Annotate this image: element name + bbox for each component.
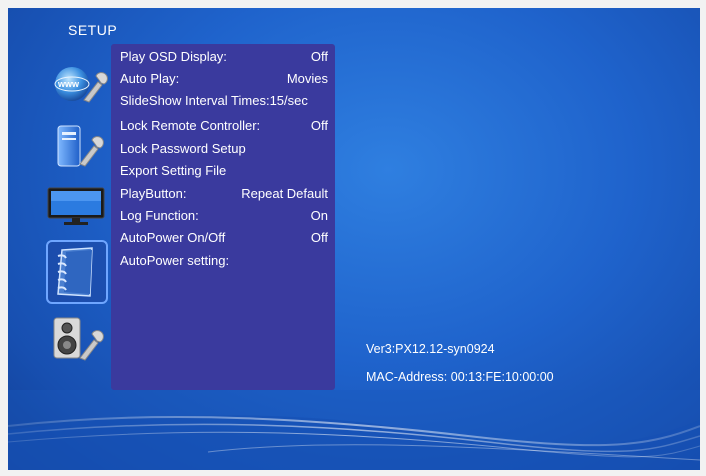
menu-item-value: Off [310, 49, 328, 64]
menu-item-value: Repeat Default [241, 186, 328, 201]
menu-item-export-setting-file[interactable]: Export Setting File [120, 161, 328, 181]
menu-item-label: Export Setting File [120, 163, 227, 178]
network-settings-icon[interactable]: www [46, 60, 108, 112]
menu-item-play-osd-display[interactable]: Play OSD Display: Off [120, 47, 328, 67]
menu-item-value: Off [310, 230, 328, 245]
menu-item-play-button[interactable]: PlayButton: Repeat Default [120, 184, 328, 204]
menu-item-value: Off [310, 118, 328, 133]
menu-item-autopower-setting[interactable]: AutoPower setting: [120, 251, 328, 271]
svg-text:www: www [57, 79, 80, 89]
settings-menu-panel: Play OSD Display: Off Auto Play: Movies … [111, 44, 335, 390]
menu-item-value: Movies [286, 71, 328, 86]
menu-item-lock-password-setup[interactable]: Lock Password Setup [120, 139, 328, 159]
menu-item-label: Play OSD Display: [120, 49, 227, 64]
menu-item-label: AutoPower On/Off [120, 230, 226, 245]
menu-item-label: Auto Play: [120, 71, 180, 86]
version-text: Ver3:PX12.12-syn0924 [366, 342, 495, 356]
audio-settings-icon[interactable] [46, 314, 108, 366]
mac-address-text: MAC-Address: 00:13:FE:10:00:00 [366, 370, 554, 384]
setup-screen: SETUP www Play OSD Display: Off Auto Pla… [8, 8, 700, 470]
menu-item-autopower-on-off[interactable]: AutoPower On/Off Off [120, 228, 328, 248]
preferences-notebook-icon[interactable] [46, 240, 108, 304]
menu-item-label: PlayButton: [120, 186, 187, 201]
menu-item-value: 15/sec [269, 93, 308, 108]
menu-item-label: Log Function: [120, 208, 199, 223]
menu-item-label: AutoPower setting: [120, 253, 230, 268]
menu-item-slideshow-interval[interactable]: SlideShow Interval Times: 15/sec [120, 91, 328, 111]
menu-item-value: On [310, 208, 328, 223]
menu-item-label: Lock Remote Controller: [120, 118, 261, 133]
menu-item-label: Lock Password Setup [120, 141, 246, 156]
display-settings-icon[interactable] [46, 180, 108, 232]
menu-item-auto-play[interactable]: Auto Play: Movies [120, 69, 328, 89]
page-title: SETUP [68, 22, 118, 38]
menu-item-lock-remote-controller[interactable]: Lock Remote Controller: Off [120, 116, 328, 136]
menu-item-log-function[interactable]: Log Function: On [120, 206, 328, 226]
menu-item-label: SlideShow Interval Times: [120, 93, 270, 108]
system-settings-icon[interactable] [46, 120, 108, 172]
decorative-wave [8, 390, 700, 470]
